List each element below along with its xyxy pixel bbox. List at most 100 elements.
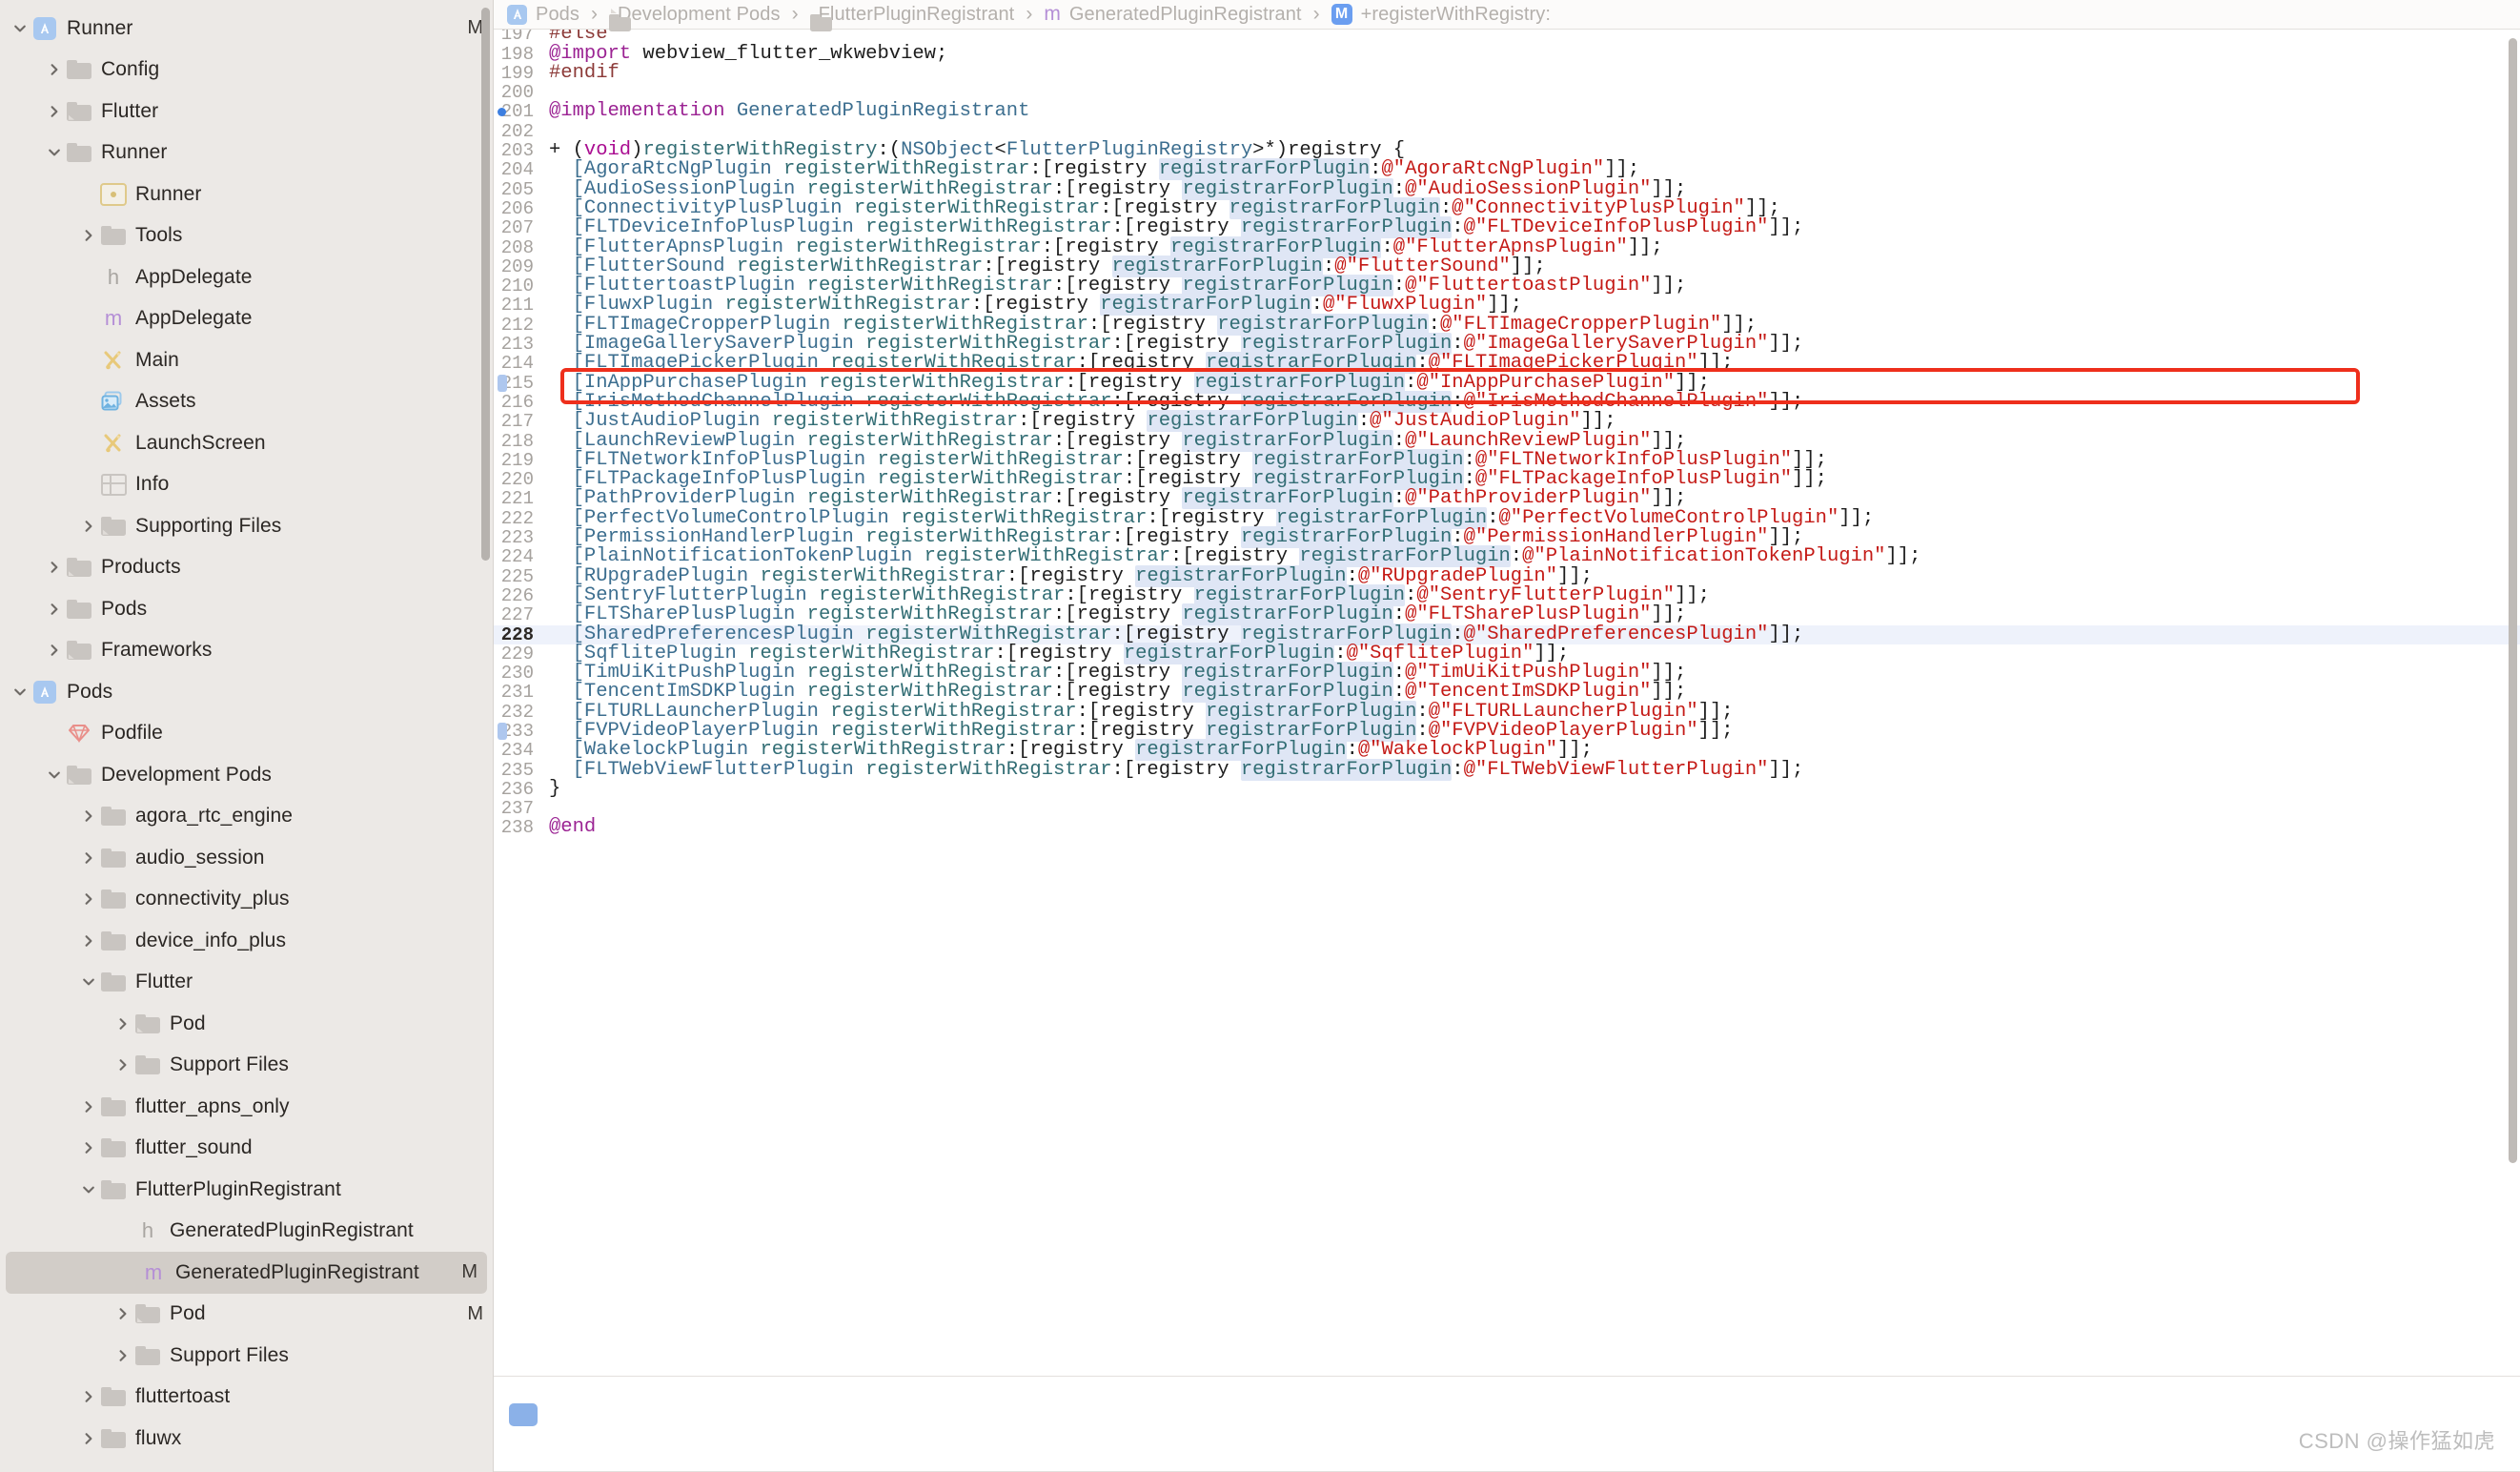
chevron-right-icon[interactable] [78,850,99,866]
navigator-item-products[interactable]: Products [0,547,493,589]
code-line[interactable]: 238 @end [494,818,2520,838]
code-line[interactable]: 209 [FlutterSound registerWithRegistrar:… [494,255,2520,277]
navigator-item-device-info-plus[interactable]: device_info_plus [0,920,493,962]
chevron-right-icon[interactable] [44,602,65,617]
code-line[interactable]: 230 [TimUiKitPushPlugin registerWithRegi… [494,662,2520,685]
code-line[interactable]: 226 [SentryFlutterPlugin registerWithReg… [494,583,2520,606]
code-line[interactable]: 210 [FluttertoastPlugin registerWithRegi… [494,275,2520,297]
code-line[interactable]: 225 [RUpgradePlugin registerWithRegistra… [494,564,2520,587]
navigator-item-agora-rtc-engine[interactable]: agora_rtc_engine [0,796,493,838]
navigator-item-launchscreen[interactable]: LaunchScreen [0,422,493,464]
chevron-right-icon[interactable] [78,1389,99,1404]
navigator-item-pods[interactable]: Pods [0,588,493,630]
chevron-right-icon[interactable] [44,560,65,575]
code-lines[interactable]: 196#import <webview_flutter_wkwebview/FL… [494,30,2520,838]
navigator-item-config[interactable]: Config [0,50,493,92]
navigator-item-pod[interactable]: Pod [0,1003,493,1045]
project-navigator-list[interactable]: Runner M Config Flutter Runner Runner Tools h Ap… [0,0,493,1460]
navigator-scrollbar[interactable] [481,8,490,561]
chevron-down-icon[interactable] [44,767,65,783]
code-line[interactable]: 231 [TencentImSDKPlugin registerWithRegi… [494,681,2520,704]
chevron-right-icon[interactable] [44,104,65,119]
breadcrumb-item--registerwithregistry-[interactable]: M +registerWithRegistry: [1331,4,1551,26]
navigator-item-flutter-apns-only[interactable]: flutter_apns_only [0,1086,493,1128]
code-line[interactable]: 228 [SharedPreferencesPlugin registerWit… [494,623,2520,645]
navigator-item-pod[interactable]: Pod M [0,1294,493,1336]
navigator-item-development-pods[interactable]: Development Pods [0,754,493,796]
code-line[interactable]: 208 [FlutterApnsPlugin registerWithRegis… [494,235,2520,258]
breadcrumb-item-flutterpluginregistrant[interactable]: FlutterPluginRegistrant [809,4,1015,31]
code-line[interactable]: 203 + (void)registerWithRegistry:(NSObjec… [494,140,2520,160]
chevron-right-icon[interactable] [78,1099,99,1114]
code-line[interactable]: 215 [InAppPurchasePlugin registerWithReg… [494,371,2520,394]
navigator-item-generatedpluginregistrant[interactable]: h GeneratedPluginRegistrant [0,1211,493,1253]
project-navigator[interactable]: Runner M Config Flutter Runner Runner Tools h Ap… [0,0,494,1472]
navigator-item-frameworks[interactable]: Frameworks [0,630,493,672]
navigator-item-flutterpluginregistrant[interactable]: FlutterPluginRegistrant [0,1169,493,1211]
chevron-right-icon[interactable] [112,1016,133,1032]
code-line[interactable]: 206 [ConnectivityPlusPlugin registerWith… [494,196,2520,219]
chevron-right-icon[interactable] [78,228,99,243]
code-line[interactable]: 216 [IrisMethodChannelPlugin registerWit… [494,390,2520,413]
chevron-right-icon[interactable] [112,1057,133,1073]
breakpoint-marker-icon[interactable] [498,723,507,741]
code-line[interactable]: 199 #endif [494,63,2520,83]
code-line[interactable]: 204 [AgoraRtcNgPlugin registerWithRegist… [494,158,2520,181]
navigator-item-flutter[interactable]: Flutter [0,962,493,1004]
code-line[interactable]: 214 [FLTImagePickerPlugin registerWithRe… [494,352,2520,375]
navigator-item-fluwx[interactable]: fluwx [0,1418,493,1460]
chevron-right-icon[interactable] [78,891,99,907]
breadcrumb-item-generatedpluginregistrant[interactable]: m GeneratedPluginRegistrant [1044,3,1301,26]
chevron-right-icon[interactable] [44,643,65,658]
navigator-item-main[interactable]: Main [0,339,493,381]
navigator-item-runner[interactable]: Runner M [0,8,493,50]
navigator-item-info[interactable]: Info [0,464,493,506]
navigator-item-assets[interactable]: Assets [0,381,493,423]
breadcrumb-item-pods[interactable]: Pods [507,4,579,26]
code-line[interactable]: 205 [AudioSessionPlugin registerWithRegi… [494,177,2520,200]
navigator-item-runner[interactable]: Runner [0,174,493,215]
code-line[interactable]: 211 [FluwxPlugin registerWithRegistrar:[… [494,294,2520,317]
code-line[interactable]: 222 [PerfectVolumeControlPlugin register… [494,506,2520,529]
breadcrumb[interactable]: Pods › Development Pods › FlutterPluginRegis… [494,0,2520,31]
navigator-item-fluttertoast[interactable]: fluttertoast [0,1377,493,1419]
code-line[interactable]: 218 [LaunchReviewPlugin registerWithRegi… [494,429,2520,452]
code-line[interactable]: 198 @import webview_flutter_wkwebview; [494,44,2520,64]
code-line[interactable]: 221 [PathProviderPlugin registerWithRegi… [494,487,2520,510]
editor-scrollbar[interactable] [2509,38,2517,1163]
code-line[interactable]: 229 [SqflitePlugin registerWithRegistrar… [494,642,2520,664]
code-line[interactable]: 232 [FLTURLLauncherPlugin registerWithRe… [494,700,2520,723]
code-line[interactable]: 236} [494,779,2520,799]
code-line[interactable]: 235 [FLTWebViewFlutterPlugin registerWit… [494,758,2520,781]
navigator-item-supporting-files[interactable]: Supporting Files [0,505,493,547]
navigator-item-appdelegate[interactable]: m AppDelegate [0,298,493,340]
code-line[interactable]: 237 [494,799,2520,819]
navigator-item-support-files[interactable]: Support Files [0,1045,493,1087]
chevron-right-icon[interactable] [78,933,99,949]
source-editor[interactable]: Pods › Development Pods › FlutterPluginRegis… [494,0,2520,1472]
code-line[interactable]: 202 [494,121,2520,141]
chevron-right-icon[interactable] [112,1348,133,1363]
breakpoint-marker-icon[interactable] [498,374,507,392]
code-line[interactable]: 201 @implementation GeneratedPluginRegist… [494,102,2520,122]
chevron-right-icon[interactable] [112,1306,133,1321]
chevron-down-icon[interactable] [78,1182,99,1197]
code-editor-area[interactable]: 196#import <webview_flutter_wkwebview/FL… [494,30,2520,1377]
navigator-item-generatedpluginregistrant[interactable]: m GeneratedPluginRegistrant M [6,1252,487,1294]
code-line[interactable]: 219 [FLTNetworkInfoPlusPlugin registerWi… [494,448,2520,471]
code-line[interactable]: 224 [PlainNotificationTokenPlugin regist… [494,545,2520,568]
navigator-item-audio-session[interactable]: audio_session [0,837,493,879]
code-line[interactable]: 227 [FLTSharePlusPlugin registerWithRegi… [494,603,2520,626]
code-line[interactable]: 200 [494,83,2520,103]
chevron-right-icon[interactable] [78,1431,99,1446]
jump-bar-chip-icon[interactable] [509,1403,538,1426]
chevron-down-icon[interactable] [10,685,30,700]
chevron-down-icon[interactable] [78,974,99,990]
navigator-item-pods[interactable]: Pods [0,671,493,713]
code-line[interactable]: 207 [FLTDeviceInfoPlusPlugin registerWit… [494,216,2520,239]
chevron-right-icon[interactable] [44,62,65,77]
chevron-down-icon[interactable] [10,21,30,36]
navigator-item-flutter-sound[interactable]: flutter_sound [0,1128,493,1170]
breadcrumb-item-development-pods[interactable]: Development Pods [609,4,781,31]
navigator-item-tools[interactable]: Tools [0,215,493,257]
